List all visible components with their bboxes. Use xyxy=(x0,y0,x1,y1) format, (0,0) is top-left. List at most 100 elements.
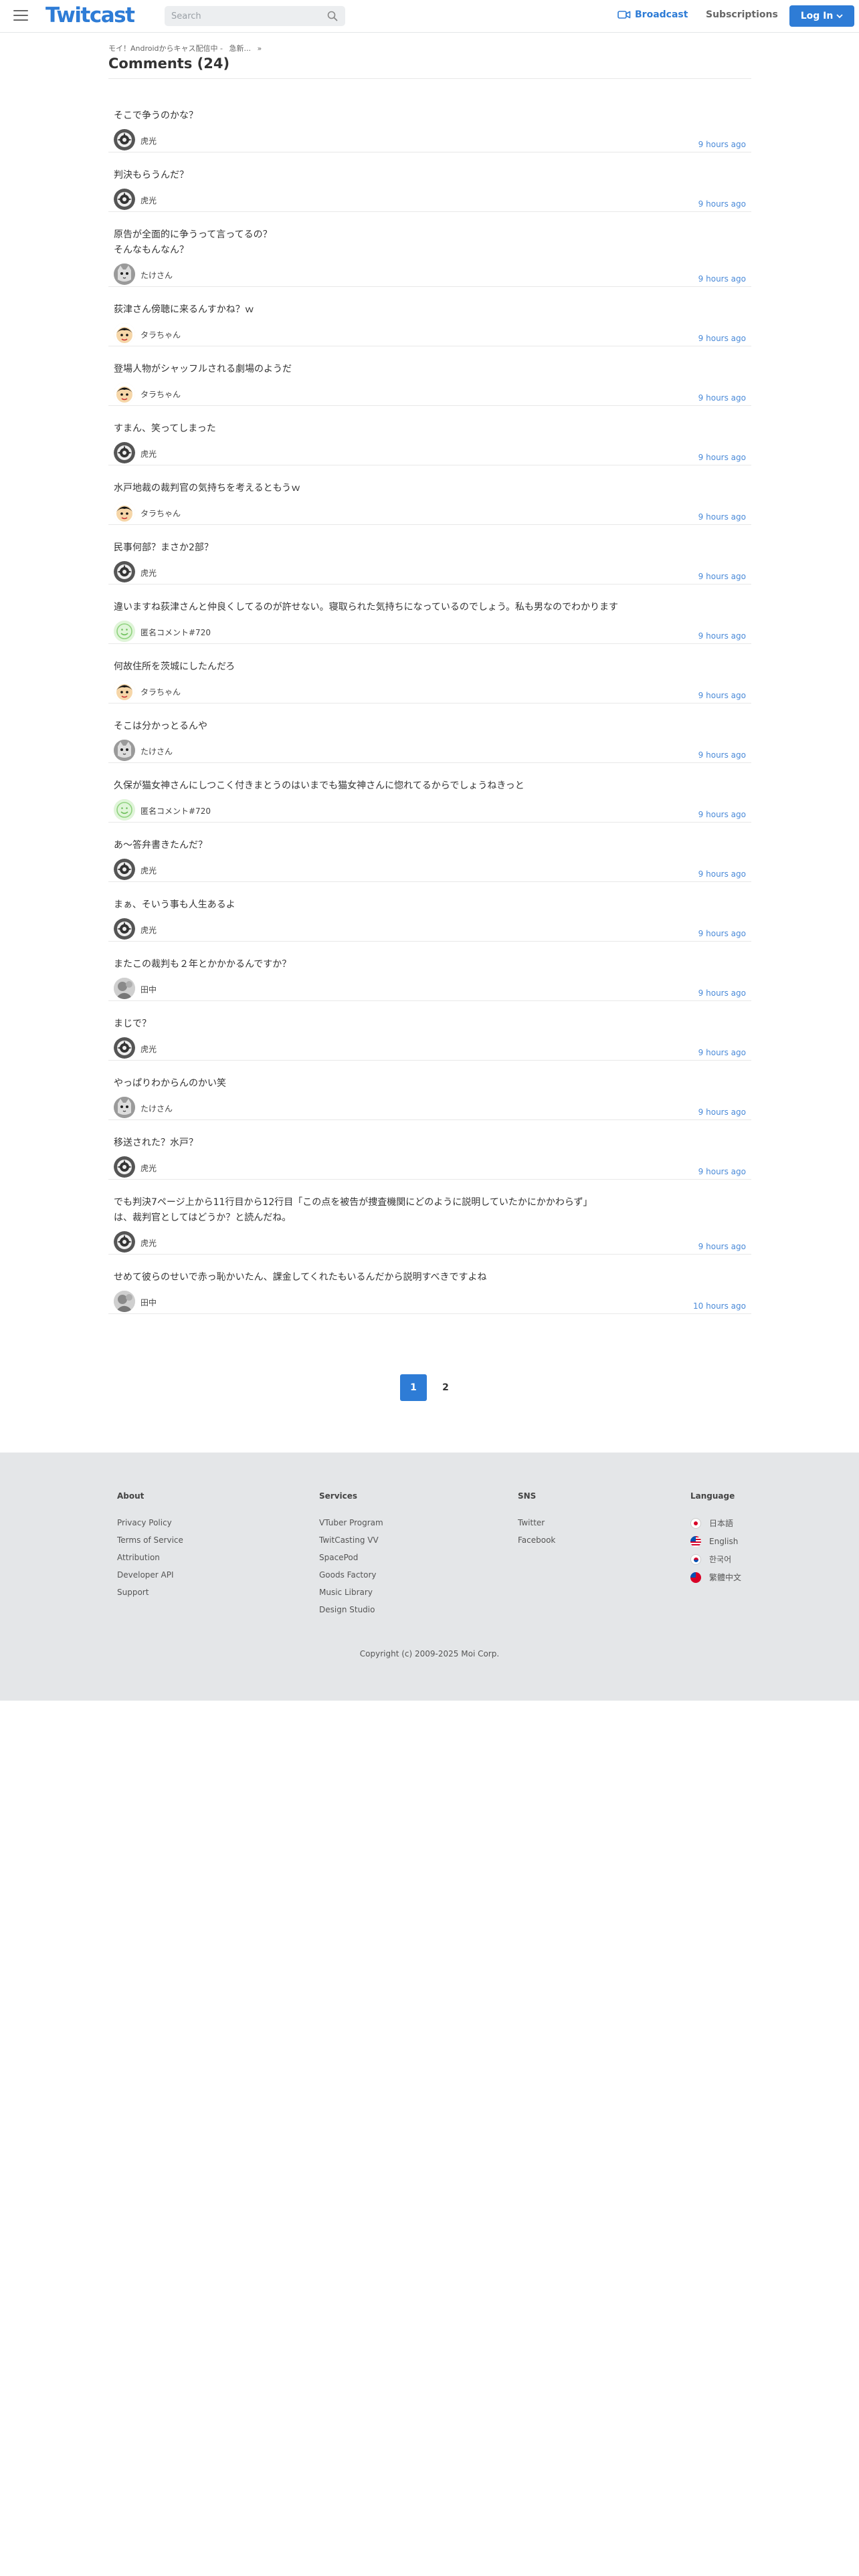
comment-username[interactable]: 虎光 xyxy=(140,865,157,876)
comment-timestamp[interactable]: 9 hours ago xyxy=(698,810,746,819)
comment-item: でも判決7ページ上から11行目から12行目「この点を被告が捜査機関にどのように説… xyxy=(108,1180,751,1255)
comment-username[interactable]: たけさん xyxy=(140,1103,173,1114)
comment-timestamp[interactable]: 9 hours ago xyxy=(698,1107,746,1117)
broadcast-link[interactable]: Broadcast xyxy=(617,9,688,20)
comment-timestamp[interactable]: 9 hours ago xyxy=(698,869,746,879)
comment-username[interactable]: 田中 xyxy=(140,1297,157,1308)
avatar[interactable] xyxy=(114,799,135,821)
comment-timestamp[interactable]: 9 hours ago xyxy=(698,393,746,403)
site-header: Twitcast Broadcast Subscriptions Log In xyxy=(0,0,859,33)
comment-timestamp[interactable]: 9 hours ago xyxy=(698,1048,746,1057)
comment-timestamp[interactable]: 9 hours ago xyxy=(698,334,746,343)
comment-timestamp[interactable]: 9 hours ago xyxy=(698,1242,746,1251)
comment-timestamp[interactable]: 9 hours ago xyxy=(698,512,746,522)
login-button[interactable]: Log In xyxy=(789,5,854,27)
avatar[interactable] xyxy=(114,978,135,999)
avatar[interactable] xyxy=(114,1156,135,1178)
avatar[interactable] xyxy=(114,502,135,523)
comment-username[interactable]: 虎光 xyxy=(140,448,157,459)
comment-username[interactable]: 匿名コメント#720 xyxy=(140,805,211,817)
facebook-link[interactable]: Facebook xyxy=(518,1531,555,1549)
page-2-button[interactable]: 2 xyxy=(432,1374,459,1401)
comment-timestamp[interactable]: 9 hours ago xyxy=(698,1167,746,1176)
comment-username[interactable]: 虎光 xyxy=(140,1043,157,1055)
language-option-en[interactable]: English xyxy=(690,1532,741,1550)
comment-timestamp[interactable]: 9 hours ago xyxy=(698,199,746,209)
privacy-policy-link[interactable]: Privacy Policy xyxy=(117,1514,183,1531)
footer-language-title: Language xyxy=(690,1491,735,1501)
goods-factory-link[interactable]: Goods Factory xyxy=(319,1566,383,1584)
breadcrumb-item-live[interactable]: モイ！Androidからキャス配信中 - xyxy=(108,44,223,53)
avatar[interactable] xyxy=(114,189,135,210)
breadcrumb-item-title[interactable]: 急新... xyxy=(229,44,252,53)
search-input[interactable] xyxy=(171,9,318,23)
comment-username[interactable]: 田中 xyxy=(140,984,157,995)
copyright: Copyright (c) 2009-2025 Moi Corp. xyxy=(359,1649,500,1658)
comment-username[interactable]: たけさん xyxy=(140,270,173,281)
subscriptions-link[interactable]: Subscriptions xyxy=(706,9,778,20)
camera-icon xyxy=(617,11,631,19)
comment-username[interactable]: タラちゃん xyxy=(140,389,181,400)
avatar[interactable] xyxy=(114,561,135,582)
language-option-zh[interactable]: 繁體中文 xyxy=(690,1568,741,1586)
music-library-link[interactable]: Music Library xyxy=(319,1584,383,1601)
comment-timestamp[interactable]: 9 hours ago xyxy=(698,631,746,641)
comment-username[interactable]: タラちゃん xyxy=(140,508,181,519)
design-studio-link[interactable]: Design Studio xyxy=(319,1601,383,1618)
comment-username[interactable]: 虎光 xyxy=(140,135,157,146)
comment-username[interactable]: たけさん xyxy=(140,746,173,757)
comment-username[interactable]: 虎光 xyxy=(140,924,157,936)
comment-username[interactable]: タラちゃん xyxy=(140,329,181,340)
developer-api-link[interactable]: Developer API xyxy=(117,1566,183,1584)
vtuber-program-link[interactable]: VTuber Program xyxy=(319,1514,383,1531)
twitcasting-vv-link[interactable]: TwitCasting VV xyxy=(319,1531,383,1549)
comment-timestamp[interactable]: 9 hours ago xyxy=(698,572,746,581)
comment-timestamp[interactable]: 10 hours ago xyxy=(693,1301,746,1311)
comment-username[interactable]: 虎光 xyxy=(140,1237,157,1249)
comment-timestamp[interactable]: 9 hours ago xyxy=(698,691,746,700)
twitcast-logo[interactable]: Twitcast xyxy=(45,3,135,27)
comment-username[interactable]: 虎光 xyxy=(140,1162,157,1174)
comment-username[interactable]: タラちゃん xyxy=(140,686,181,697)
terms-of-service-link[interactable]: Terms of Service xyxy=(117,1531,183,1549)
comment-timestamp[interactable]: 9 hours ago xyxy=(698,750,746,760)
comment-timestamp[interactable]: 9 hours ago xyxy=(698,453,746,462)
comment-username[interactable]: 虎光 xyxy=(140,567,157,578)
support-link[interactable]: Support xyxy=(117,1584,183,1601)
language-option-ko[interactable]: 한국어 xyxy=(690,1550,741,1568)
comment-timestamp[interactable]: 9 hours ago xyxy=(698,929,746,938)
search-box[interactable] xyxy=(165,6,345,26)
menu-icon[interactable] xyxy=(13,9,28,21)
avatar[interactable] xyxy=(114,680,135,702)
comment-item: 民事何部？まさか2部？ 虎光 9 hours ago xyxy=(108,525,751,584)
avatar[interactable] xyxy=(114,442,135,463)
avatar[interactable] xyxy=(114,1097,135,1118)
language-option-ja[interactable]: 日本語 xyxy=(690,1514,741,1532)
twitter-link[interactable]: Twitter xyxy=(518,1514,555,1531)
avatar[interactable] xyxy=(114,918,135,940)
spacepod-link[interactable]: SpacePod xyxy=(319,1549,383,1566)
comment-username[interactable]: 匿名コメント#720 xyxy=(140,627,211,638)
comment-text: そこは分かっとるんや xyxy=(114,721,207,732)
avatar[interactable] xyxy=(114,263,135,285)
avatar[interactable] xyxy=(114,1291,135,1312)
footer-about-title: About xyxy=(117,1491,145,1501)
comment-text: 何故住所を茨城にしたんだろ xyxy=(114,661,235,672)
avatar[interactable] xyxy=(114,1231,135,1253)
avatar[interactable] xyxy=(114,323,135,344)
avatar[interactable] xyxy=(114,383,135,404)
page-1-button[interactable]: 1 xyxy=(400,1374,427,1401)
avatar[interactable] xyxy=(114,859,135,880)
avatar[interactable] xyxy=(114,1037,135,1059)
comment-timestamp[interactable]: 9 hours ago xyxy=(698,140,746,149)
avatar[interactable] xyxy=(114,740,135,761)
avatar[interactable] xyxy=(114,129,135,150)
avatar[interactable] xyxy=(114,621,135,642)
comment-text: でも判決7ページ上から11行目から12行目「この点を被告が捜査機関にどのように説… xyxy=(114,1197,593,1223)
search-icon[interactable] xyxy=(327,11,338,21)
comment-timestamp[interactable]: 9 hours ago xyxy=(698,988,746,998)
comment-timestamp[interactable]: 9 hours ago xyxy=(698,274,746,284)
comment-text: まぁ、そいう事も人生あるよ xyxy=(114,899,235,910)
attribution-link[interactable]: Attribution xyxy=(117,1549,183,1566)
comment-username[interactable]: 虎光 xyxy=(140,195,157,206)
